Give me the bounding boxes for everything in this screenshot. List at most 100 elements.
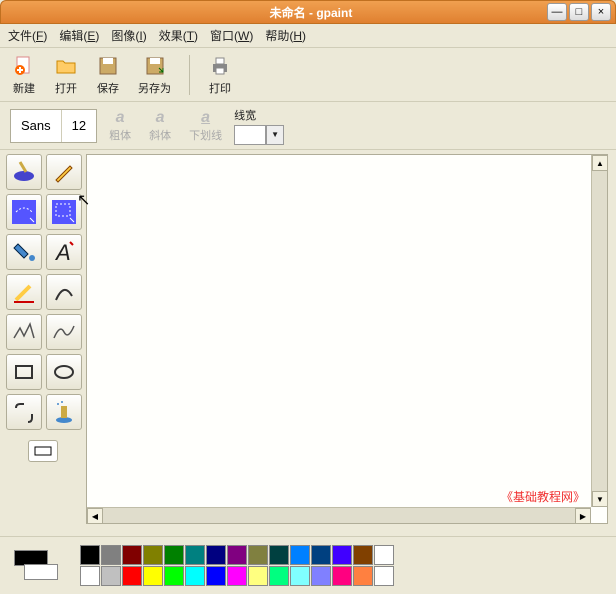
bold-icon: a: [116, 109, 125, 127]
color-swatch[interactable]: [185, 566, 205, 586]
color-palette: [80, 545, 394, 586]
save-label: 保存: [97, 80, 119, 96]
color-swatch[interactable]: [143, 545, 163, 565]
background-color[interactable]: [24, 564, 58, 580]
tool-curve[interactable]: [46, 314, 82, 350]
color-swatch[interactable]: [164, 566, 184, 586]
watermark-text: 《基础教程网》: [501, 488, 585, 505]
tool-rounded-rect[interactable]: [6, 394, 42, 430]
font-name[interactable]: Sans: [11, 110, 62, 142]
open-button[interactable]: 打开: [54, 54, 78, 96]
menu-file[interactable]: 文件(F): [8, 27, 47, 44]
color-swatch[interactable]: [143, 566, 163, 586]
color-swatch[interactable]: [290, 545, 310, 565]
color-swatch[interactable]: [290, 566, 310, 586]
tool-pencil[interactable]: [46, 154, 82, 190]
color-swatch[interactable]: [311, 566, 331, 586]
open-folder-icon: [54, 54, 78, 78]
italic-label: 斜体: [149, 127, 171, 143]
tool-ellipse[interactable]: [46, 354, 82, 390]
color-swatch[interactable]: [353, 545, 373, 565]
saveas-label: 另存为: [138, 80, 171, 96]
canvas-area: 《基础教程网》 ▲ ▼ ◀ ▶: [86, 154, 608, 524]
menu-effects[interactable]: 效果(T): [159, 27, 198, 44]
print-button[interactable]: 打印: [208, 54, 232, 96]
italic-icon: a: [156, 109, 165, 127]
current-colors[interactable]: [10, 546, 70, 586]
tool-options: [6, 440, 80, 462]
tool-fill[interactable]: [6, 154, 42, 190]
save-button[interactable]: 保存: [96, 54, 120, 96]
minimize-button[interactable]: —: [547, 3, 567, 21]
color-swatch[interactable]: [185, 545, 205, 565]
font-size[interactable]: 12: [62, 110, 96, 142]
scroll-right-icon[interactable]: ▶: [575, 508, 591, 524]
menu-help[interactable]: 帮助(H): [265, 27, 306, 44]
color-swatch[interactable]: [332, 566, 352, 586]
open-label: 打开: [55, 80, 77, 96]
italic-button[interactable]: a 斜体: [143, 109, 177, 143]
color-swatch[interactable]: [227, 545, 247, 565]
close-button[interactable]: ×: [591, 3, 611, 21]
color-swatch[interactable]: [248, 566, 268, 586]
titlebar: 未命名 - gpaint — □ ×: [0, 0, 616, 24]
tool-rectangle[interactable]: [6, 354, 42, 390]
color-swatch[interactable]: [80, 566, 100, 586]
maximize-button[interactable]: □: [569, 3, 589, 21]
toolbar-separator: [189, 55, 190, 95]
tool-spray[interactable]: [46, 394, 82, 430]
linewidth-dropdown[interactable]: ▼: [266, 125, 284, 145]
color-swatch[interactable]: [122, 566, 142, 586]
tool-rect-select[interactable]: [46, 194, 82, 230]
tool-polyline[interactable]: [6, 314, 42, 350]
color-swatch[interactable]: [269, 566, 289, 586]
color-swatch[interactable]: [374, 566, 394, 586]
color-swatch[interactable]: [374, 545, 394, 565]
color-swatch[interactable]: [353, 566, 373, 586]
color-swatch[interactable]: [206, 545, 226, 565]
horizontal-scrollbar[interactable]: ◀ ▶: [87, 507, 591, 523]
color-swatch[interactable]: [122, 545, 142, 565]
save-disk-icon: [96, 54, 120, 78]
workspace: A 《基础教程网》 ▲ ▼ ◀ ▶: [0, 150, 616, 528]
tool-lasso[interactable]: [6, 194, 42, 230]
color-swatch[interactable]: [164, 545, 184, 565]
color-swatch[interactable]: [269, 545, 289, 565]
main-toolbar: 新建 打开 保存 另存为 打印: [0, 48, 616, 102]
drawing-canvas[interactable]: [87, 155, 607, 523]
linewidth-label: 线宽: [234, 107, 284, 123]
font-selector[interactable]: Sans 12: [10, 109, 97, 143]
color-swatch[interactable]: [332, 545, 352, 565]
color-swatch[interactable]: [101, 566, 121, 586]
color-swatch[interactable]: [101, 545, 121, 565]
toolbox: A: [0, 150, 86, 528]
underline-button[interactable]: a 下划线: [183, 109, 228, 143]
bold-button[interactable]: a 粗体: [103, 109, 137, 143]
menu-image[interactable]: 图像(I): [111, 27, 146, 44]
new-button[interactable]: 新建: [12, 54, 36, 96]
format-toolbar: Sans 12 a 粗体 a 斜体 a 下划线 线宽 ▼: [0, 102, 616, 150]
fill-option-outline[interactable]: [28, 440, 58, 462]
menu-window[interactable]: 窗口(W): [210, 27, 253, 44]
color-swatch[interactable]: [311, 545, 331, 565]
print-label: 打印: [209, 80, 231, 96]
color-toolbar: [0, 536, 616, 594]
color-swatch[interactable]: [227, 566, 247, 586]
scroll-up-icon[interactable]: ▲: [592, 155, 608, 171]
vertical-scrollbar[interactable]: ▲ ▼: [591, 155, 607, 507]
color-swatch[interactable]: [80, 545, 100, 565]
menu-edit[interactable]: 编辑(E): [59, 27, 99, 44]
linewidth-preview[interactable]: [234, 125, 266, 145]
window-title: 未命名 - gpaint: [75, 4, 547, 21]
color-swatch[interactable]: [248, 545, 268, 565]
scroll-down-icon[interactable]: ▼: [592, 491, 608, 507]
tool-text[interactable]: A: [46, 234, 82, 270]
saveas-icon: [143, 54, 167, 78]
menubar: 文件(F) 编辑(E) 图像(I) 效果(T) 窗口(W) 帮助(H): [0, 24, 616, 48]
saveas-button[interactable]: 另存为: [138, 54, 171, 96]
tool-bucket[interactable]: [6, 234, 42, 270]
scroll-left-icon[interactable]: ◀: [87, 508, 103, 524]
tool-eraser[interactable]: [6, 274, 42, 310]
tool-line[interactable]: [46, 274, 82, 310]
color-swatch[interactable]: [206, 566, 226, 586]
